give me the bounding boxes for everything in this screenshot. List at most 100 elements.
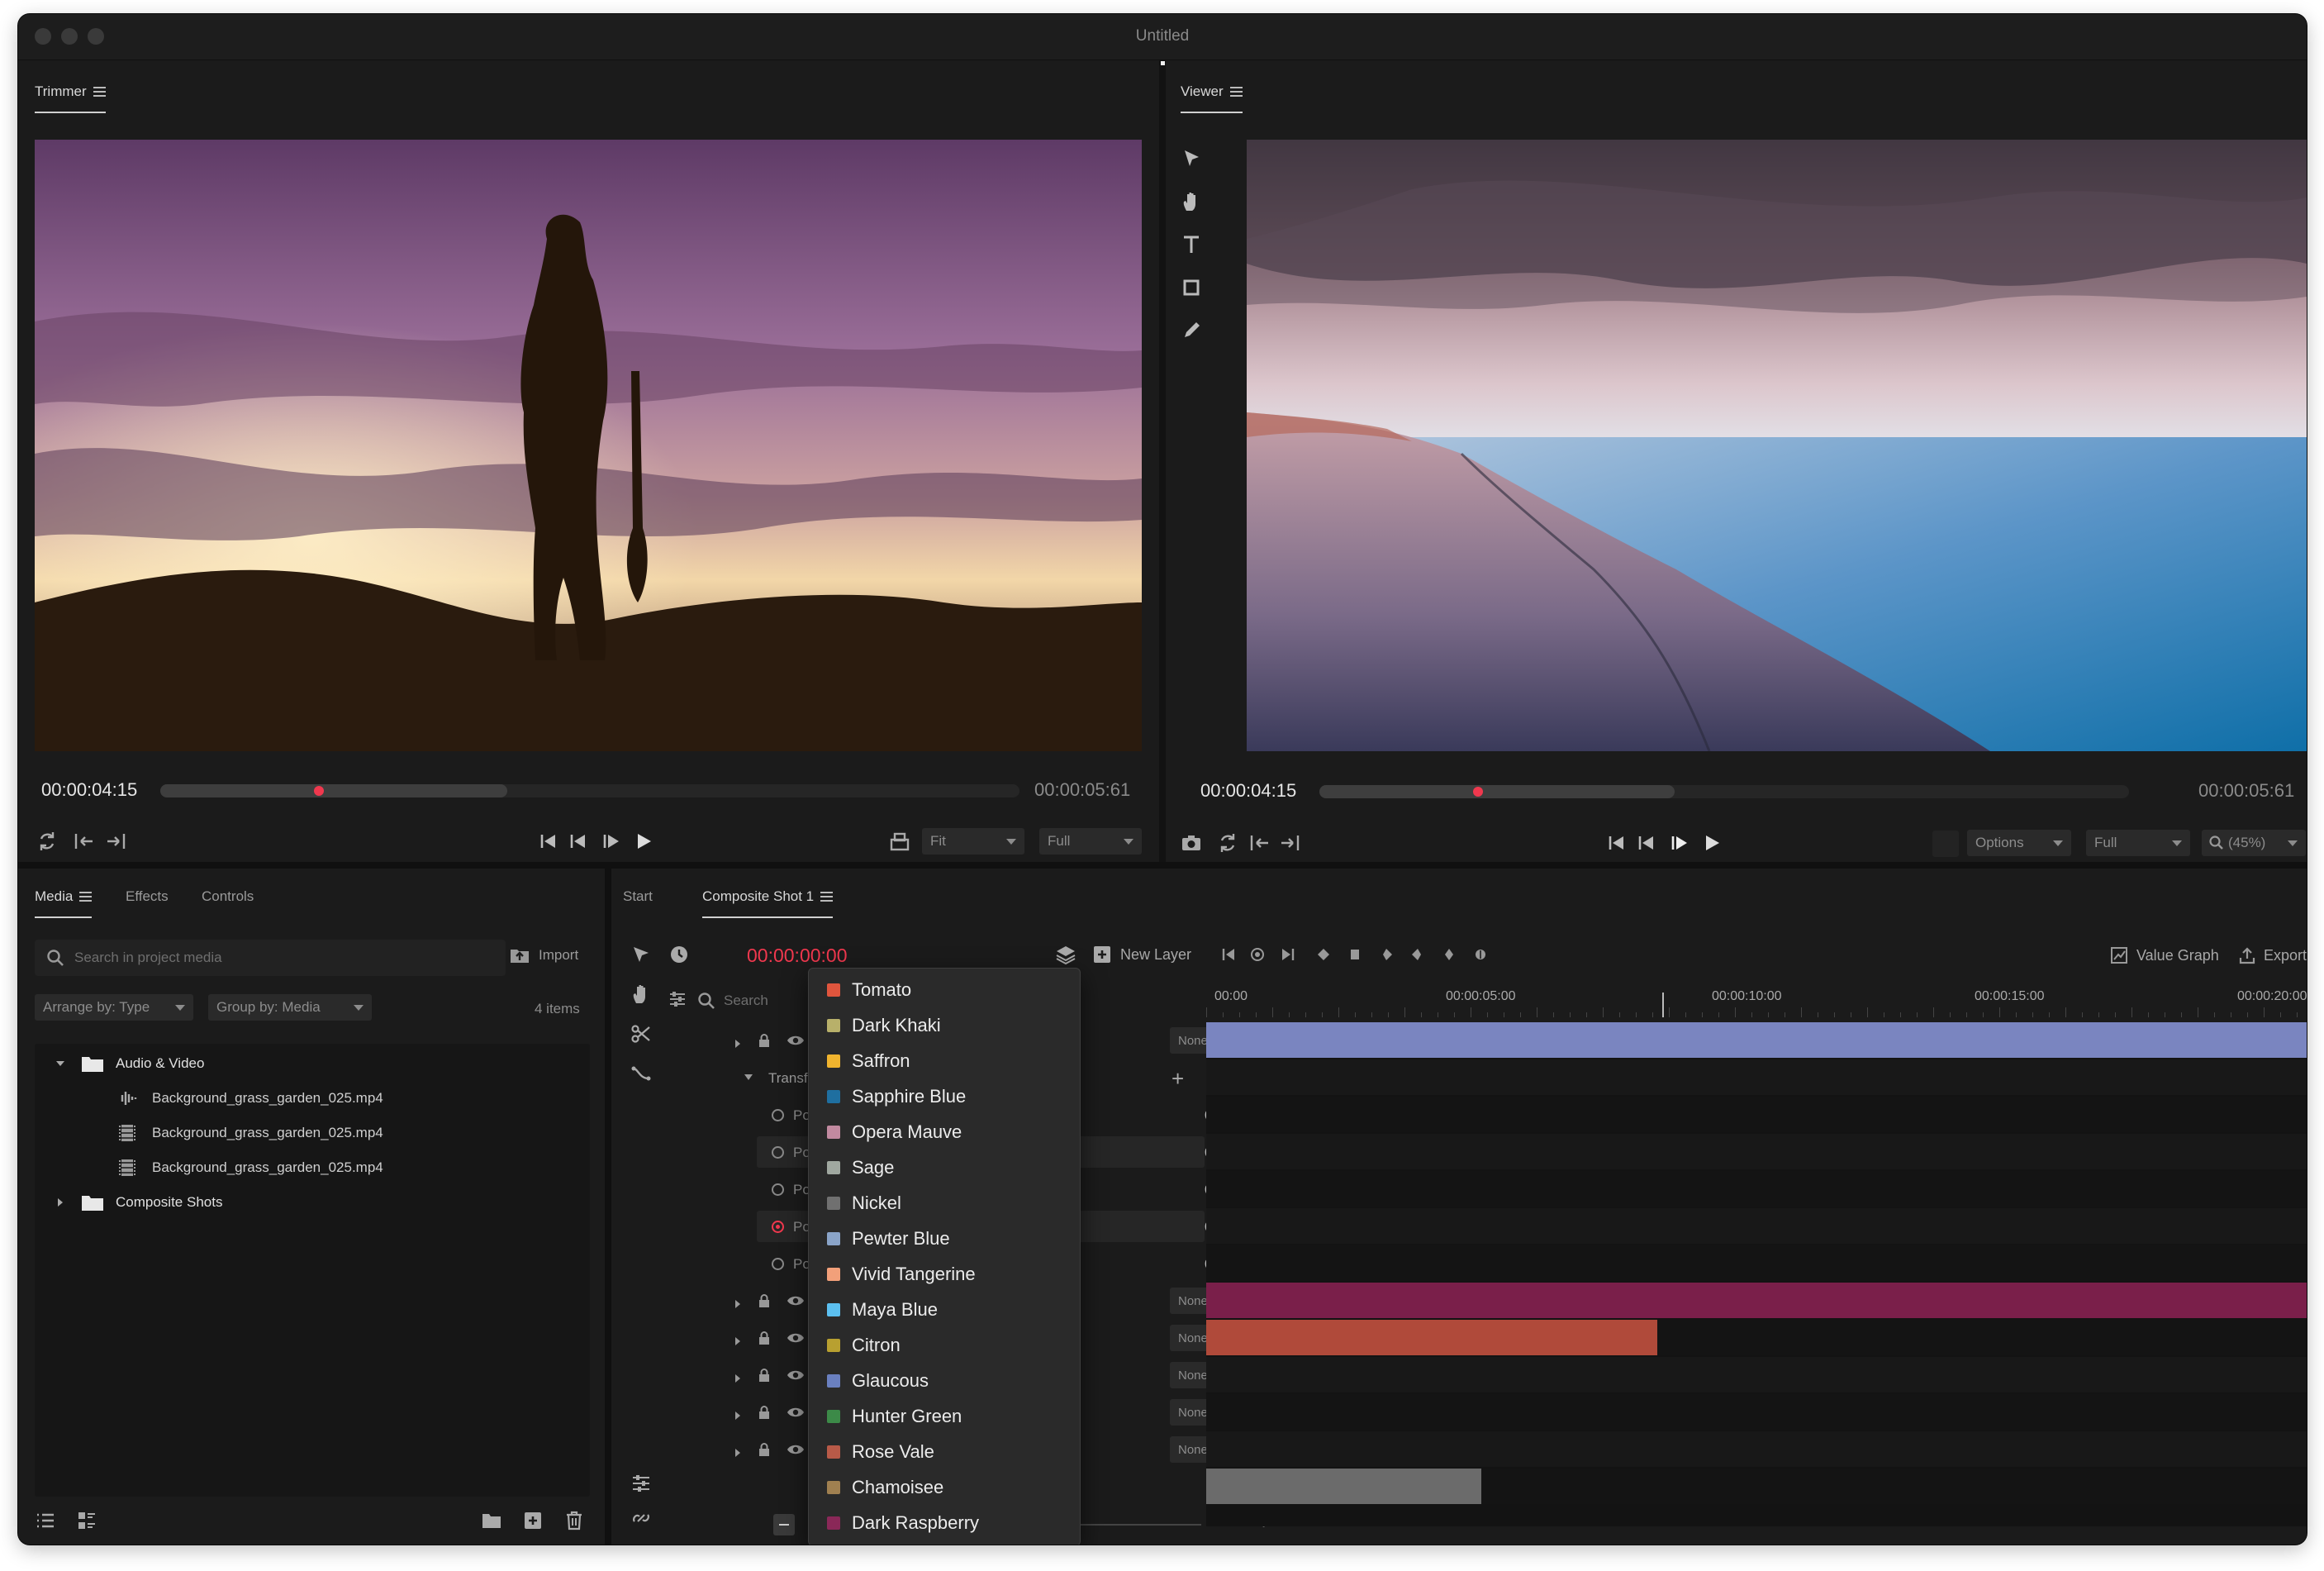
tab-trimmer[interactable]: Trimmer <box>35 80 106 113</box>
media-search-input[interactable]: Search in project media <box>35 940 506 976</box>
color-menu-item[interactable]: Sage <box>809 1150 1080 1185</box>
linear-keyframe-icon[interactable] <box>1315 946 1332 963</box>
next-keyframe-icon[interactable] <box>1277 946 1297 963</box>
pointer-icon[interactable] <box>1179 146 1204 171</box>
trash-icon[interactable] <box>563 1510 585 1531</box>
hand-icon[interactable] <box>1179 189 1204 214</box>
chevron-right-icon[interactable] <box>734 1373 742 1383</box>
hand-icon[interactable] <box>630 983 653 1006</box>
list-view-icon[interactable] <box>35 1510 56 1531</box>
mark-out-icon[interactable] <box>104 829 129 854</box>
chevron-down-icon[interactable] <box>55 1058 66 1069</box>
new-layer-button[interactable]: New Layer <box>1092 945 1191 964</box>
panel-divider[interactable] <box>605 869 611 1545</box>
chevron-right-icon[interactable] <box>734 1039 742 1049</box>
color-menu-item[interactable]: Nickel <box>809 1185 1080 1221</box>
chevron-right-icon[interactable] <box>734 1299 742 1309</box>
tab-composite-shot-1[interactable]: Composite Shot 1 <box>702 885 834 918</box>
zoom-out-button[interactable] <box>773 1514 795 1535</box>
tab-effects[interactable]: Effects <box>126 885 169 908</box>
text-icon[interactable] <box>1179 232 1204 257</box>
menu-icon[interactable] <box>820 892 834 902</box>
eye-icon[interactable] <box>787 1369 805 1382</box>
trimmer-zoom-select[interactable]: Fit <box>922 828 1024 855</box>
lock-icon[interactable] <box>757 1033 772 1048</box>
viewer-options-select[interactable]: Options <box>1967 830 2071 856</box>
play-icon[interactable] <box>631 829 656 854</box>
color-menu-item[interactable]: Tomato <box>809 972 1080 1007</box>
skip-to-start-icon[interactable] <box>1604 831 1628 855</box>
color-menu-item[interactable]: Dark Khaki <box>809 1007 1080 1043</box>
color-menu-item[interactable]: Rose Vale <box>809 1434 1080 1469</box>
lock-icon[interactable] <box>757 1405 772 1420</box>
viewer-zoom-select[interactable]: (45%) <box>2202 830 2306 856</box>
menu-icon[interactable] <box>79 892 93 902</box>
export-button[interactable]: Export <box>2239 946 2307 964</box>
timeline-clip[interactable] <box>1206 1469 1481 1504</box>
eye-icon[interactable] <box>787 1034 805 1047</box>
composite-timecode[interactable]: 00:00:00:00 <box>747 945 848 967</box>
menu-icon[interactable] <box>1229 87 1243 97</box>
panel-divider[interactable] <box>18 862 2307 869</box>
clock-icon[interactable] <box>668 943 691 966</box>
keyframe-toggle-icon[interactable] <box>772 1146 784 1159</box>
hold-keyframe-icon[interactable] <box>1347 946 1363 963</box>
eye-icon[interactable] <box>787 1406 805 1419</box>
play-icon[interactable] <box>1699 831 1724 855</box>
divider-handle[interactable] <box>1161 61 1165 65</box>
viewer-quality-select[interactable]: Full <box>2086 830 2190 856</box>
auto-keyframe-icon[interactable] <box>1472 946 1489 963</box>
color-menu-item[interactable]: Dark Raspberry <box>809 1505 1080 1540</box>
eye-icon[interactable] <box>787 1331 805 1345</box>
loop-icon[interactable] <box>1215 831 1240 855</box>
timeline-ruler[interactable]: 00:00 00:00:05:00 00:00:10:00 00:00:15:0… <box>1206 988 2307 1017</box>
timeline-playhead[interactable] <box>1662 993 1664 1017</box>
viewer-playhead[interactable] <box>1473 787 1484 797</box>
step-forward-icon[interactable] <box>1666 831 1691 855</box>
pen-icon[interactable] <box>1179 318 1204 343</box>
lock-icon[interactable] <box>757 1293 772 1308</box>
chevron-right-icon[interactable] <box>734 1448 742 1458</box>
add-icon[interactable] <box>522 1510 544 1531</box>
color-menu-item[interactable]: Glaucous <box>809 1363 1080 1398</box>
lock-icon[interactable] <box>757 1368 772 1383</box>
ease-out-keyframe-icon[interactable] <box>1409 946 1426 963</box>
value-graph-button[interactable]: Value Graph <box>2110 946 2219 964</box>
eye-icon[interactable] <box>787 1443 805 1456</box>
eye-icon[interactable] <box>787 1294 805 1307</box>
panel-divider[interactable] <box>1159 60 1166 862</box>
mark-out-icon[interactable] <box>1278 831 1303 855</box>
ease-in-keyframe-icon[interactable] <box>1378 946 1395 963</box>
tab-start[interactable]: Start <box>623 885 653 908</box>
tree-folder-audio-video[interactable]: Audio & Video <box>35 1047 590 1080</box>
color-menu-item[interactable]: Hunter Green <box>809 1398 1080 1434</box>
chevron-right-icon[interactable] <box>734 1336 742 1346</box>
tab-media[interactable]: Media <box>35 885 93 918</box>
pointer-icon[interactable] <box>630 943 653 966</box>
add-property-icon[interactable]: + <box>1172 1066 1184 1092</box>
grid-view-icon[interactable] <box>76 1510 97 1531</box>
step-back-icon[interactable] <box>567 829 592 854</box>
color-menu-item[interactable]: Vivid Tangerine <box>809 1256 1080 1292</box>
menu-icon[interactable] <box>93 87 106 97</box>
media-file-item[interactable]: Background_grass_garden_025.mp4 <box>35 1116 590 1150</box>
layers-icon[interactable] <box>1054 943 1077 966</box>
loop-icon[interactable] <box>35 829 59 854</box>
lock-icon[interactable] <box>757 1331 772 1345</box>
overlay-toggle[interactable] <box>1932 831 1959 857</box>
prev-keyframe-icon[interactable] <box>1219 946 1239 963</box>
trimmer-quality-select[interactable]: Full <box>1039 828 1142 855</box>
tab-viewer[interactable]: Viewer <box>1181 80 1243 113</box>
overlay-icon[interactable] <box>887 829 912 854</box>
adjust-icon[interactable] <box>630 1472 653 1495</box>
media-file-item[interactable]: Background_grass_garden_025.mp4 <box>35 1082 590 1115</box>
chevron-down-icon[interactable] <box>744 1074 753 1082</box>
viewer-scrubber[interactable] <box>1319 785 2129 798</box>
media-file-item[interactable]: Background_grass_garden_025.mp4 <box>35 1151 590 1184</box>
mark-in-icon[interactable] <box>71 829 96 854</box>
link-icon[interactable] <box>630 1507 653 1530</box>
color-menu-item[interactable]: Sapphire Blue <box>809 1078 1080 1114</box>
timeline-clip[interactable] <box>1206 1320 1658 1355</box>
keyframe-toggle-icon[interactable] <box>772 1258 784 1270</box>
tab-controls[interactable]: Controls <box>202 885 254 908</box>
